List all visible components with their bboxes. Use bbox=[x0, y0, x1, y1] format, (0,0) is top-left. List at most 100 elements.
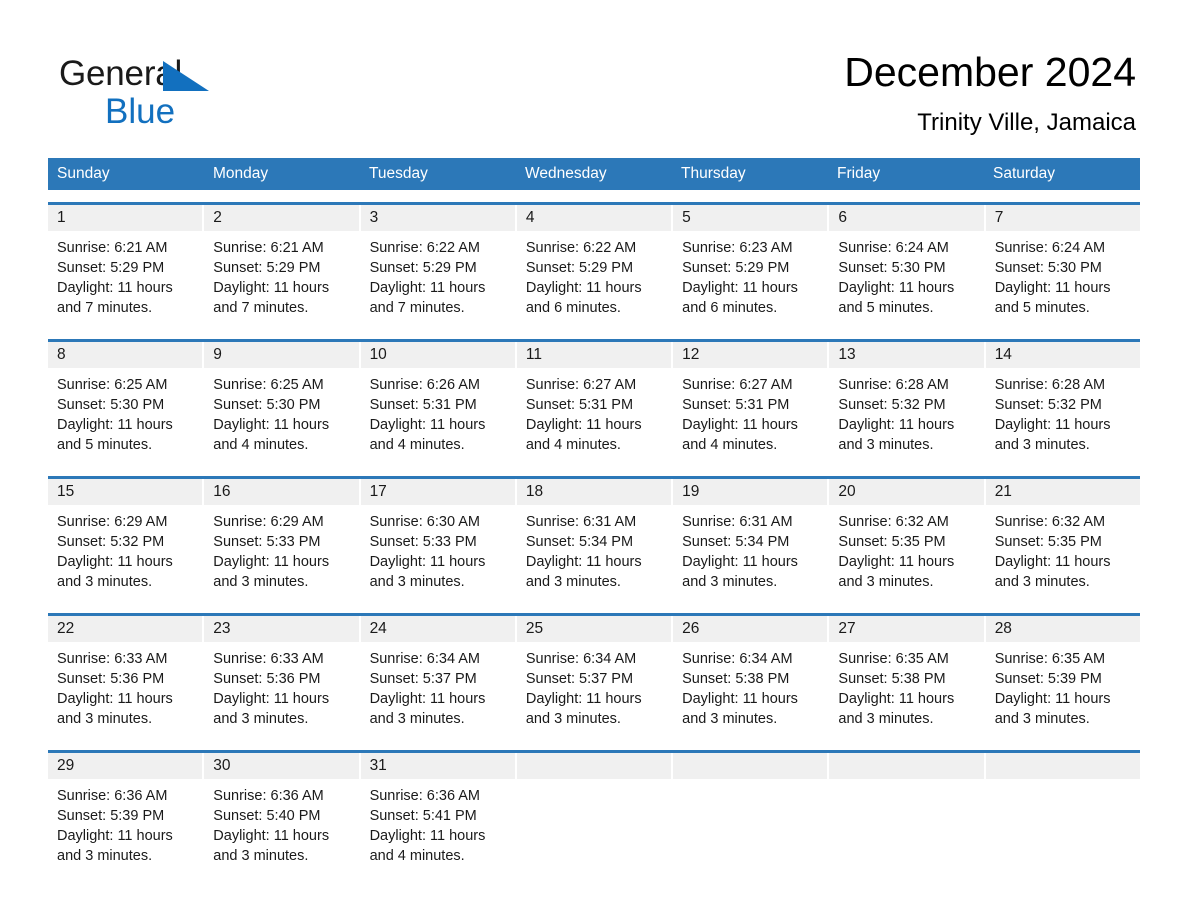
day-details: Sunrise: 6:23 AM Sunset: 5:29 PM Dayligh… bbox=[673, 231, 827, 318]
sunrise-text: Sunrise: 6:21 AM bbox=[213, 240, 324, 256]
brand-word-blue: Blue bbox=[105, 92, 176, 131]
day-number: 3 bbox=[360, 205, 515, 231]
sunrise-text: Sunrise: 6:35 AM bbox=[838, 651, 949, 667]
day-details: Sunrise: 6:29 AM Sunset: 5:33 PM Dayligh… bbox=[204, 505, 358, 592]
sunrise-text: Sunrise: 6:22 AM bbox=[369, 240, 480, 256]
daylight-text: Daylight: 11 hours and 3 minutes. bbox=[682, 691, 798, 727]
day-number: 29 bbox=[48, 753, 203, 779]
daylight-text: Daylight: 11 hours and 3 minutes. bbox=[838, 691, 955, 727]
daylight-text: Daylight: 11 hours and 3 minutes. bbox=[213, 554, 330, 590]
daylight-text: Daylight: 11 hours and 4 minutes. bbox=[682, 417, 798, 453]
sunset-text: Sunset: 5:39 PM bbox=[57, 808, 165, 824]
sunset-text: Sunset: 5:37 PM bbox=[525, 671, 634, 687]
day-cell[interactable]: 29 Sunrise: 6:36 AM Sunset: 5:39 PM Dayl… bbox=[48, 753, 205, 875]
day-cell[interactable]: 21 Sunrise: 6:32 AM Sunset: 5:35 PM Dayl… bbox=[985, 479, 1140, 601]
sunset-text: Sunset: 5:29 PM bbox=[682, 260, 790, 276]
daylight-text: Daylight: 11 hours and 3 minutes. bbox=[213, 691, 330, 727]
day-cell[interactable]: 30 Sunrise: 6:36 AM Sunset: 5:40 PM Dayl… bbox=[204, 753, 361, 875]
calendar-grid: Sunday Monday Tuesday Wednesday Thursday… bbox=[48, 158, 1140, 875]
day-cell[interactable]: 13 Sunrise: 6:28 AM Sunset: 5:32 PM Dayl… bbox=[829, 342, 986, 464]
sunset-text: Sunset: 5:32 PM bbox=[994, 397, 1102, 413]
sunset-text: Sunset: 5:29 PM bbox=[369, 260, 477, 276]
day-cell[interactable]: 8 Sunrise: 6:25 AM Sunset: 5:30 PM Dayli… bbox=[48, 342, 205, 464]
day-cell[interactable]: 18 Sunrise: 6:31 AM Sunset: 5:34 PM Dayl… bbox=[516, 479, 674, 601]
day-cell[interactable]: 25 Sunrise: 6:34 AM Sunset: 5:37 PM Dayl… bbox=[516, 616, 674, 738]
day-details: Sunrise: 6:25 AM Sunset: 5:30 PM Dayligh… bbox=[48, 368, 202, 455]
sunrise-text: Sunrise: 6:28 AM bbox=[994, 377, 1106, 393]
day-cell[interactable]: 28 Sunrise: 6:35 AM Sunset: 5:39 PM Dayl… bbox=[985, 616, 1140, 738]
day-details: Sunrise: 6:35 AM Sunset: 5:39 PM Dayligh… bbox=[986, 642, 1140, 729]
day-details: Sunrise: 6:27 AM Sunset: 5:31 PM Dayligh… bbox=[517, 368, 671, 455]
sunrise-text: Sunrise: 6:36 AM bbox=[369, 788, 480, 804]
sunset-text: Sunset: 5:34 PM bbox=[525, 534, 634, 550]
day-cell[interactable]: 6 Sunrise: 6:24 AM Sunset: 5:30 PM Dayli… bbox=[829, 205, 986, 327]
day-details: Sunrise: 6:27 AM Sunset: 5:31 PM Dayligh… bbox=[673, 368, 827, 455]
sunset-text: Sunset: 5:40 PM bbox=[213, 808, 321, 824]
day-details: Sunrise: 6:21 AM Sunset: 5:29 PM Dayligh… bbox=[48, 231, 202, 318]
day-cell[interactable]: 11 Sunrise: 6:27 AM Sunset: 5:31 PM Dayl… bbox=[516, 342, 674, 464]
day-cell[interactable]: 4 Sunrise: 6:22 AM Sunset: 5:29 PM Dayli… bbox=[516, 205, 674, 327]
sunset-text: Sunset: 5:39 PM bbox=[994, 671, 1102, 687]
day-number: 4 bbox=[516, 205, 672, 231]
weekday-friday: Friday bbox=[837, 165, 881, 182]
brand-name-top: General bbox=[59, 54, 319, 94]
day-cell[interactable]: 15 Sunrise: 6:29 AM Sunset: 5:32 PM Dayl… bbox=[48, 479, 205, 601]
day-cell[interactable]: 27 Sunrise: 6:35 AM Sunset: 5:38 PM Dayl… bbox=[829, 616, 986, 738]
sunrise-text: Sunrise: 6:27 AM bbox=[682, 377, 793, 393]
day-details: Sunrise: 6:33 AM Sunset: 5:36 PM Dayligh… bbox=[204, 642, 358, 729]
day-cell[interactable]: 19 Sunrise: 6:31 AM Sunset: 5:34 PM Dayl… bbox=[673, 479, 830, 601]
sunset-text: Sunset: 5:34 PM bbox=[682, 534, 790, 550]
day-number: 27 bbox=[829, 616, 984, 642]
day-details: Sunrise: 6:34 AM Sunset: 5:37 PM Dayligh… bbox=[361, 642, 515, 729]
day-number: 6 bbox=[829, 205, 984, 231]
sunrise-text: Sunrise: 6:30 AM bbox=[369, 514, 480, 530]
day-cell[interactable]: 9 Sunrise: 6:25 AM Sunset: 5:30 PM Dayli… bbox=[204, 342, 361, 464]
day-number: 19 bbox=[673, 479, 828, 505]
sunrise-text: Sunrise: 6:25 AM bbox=[57, 377, 168, 393]
day-details: Sunrise: 6:22 AM Sunset: 5:29 PM Dayligh… bbox=[361, 231, 515, 318]
day-cell[interactable]: 5 Sunrise: 6:23 AM Sunset: 5:29 PM Dayli… bbox=[673, 205, 830, 327]
day-cell[interactable]: 22 Sunrise: 6:33 AM Sunset: 5:36 PM Dayl… bbox=[48, 616, 205, 738]
day-cell[interactable]: 31 Sunrise: 6:36 AM Sunset: 5:41 PM Dayl… bbox=[360, 753, 517, 875]
day-number: 21 bbox=[985, 479, 1140, 505]
day-details: Sunrise: 6:33 AM Sunset: 5:36 PM Dayligh… bbox=[48, 642, 202, 729]
sunset-text: Sunset: 5:38 PM bbox=[838, 671, 946, 687]
day-number: 26 bbox=[673, 616, 828, 642]
brand-logo[interactable]: General Blue bbox=[59, 54, 319, 140]
day-details: Sunrise: 6:31 AM Sunset: 5:34 PM Dayligh… bbox=[673, 505, 827, 592]
day-number: 14 bbox=[985, 342, 1140, 368]
sunrise-text: Sunrise: 6:25 AM bbox=[213, 377, 324, 393]
day-number: 24 bbox=[360, 616, 515, 642]
day-cell[interactable]: 2 Sunrise: 6:21 AM Sunset: 5:29 PM Dayli… bbox=[204, 205, 361, 327]
daylight-text: Daylight: 11 hours and 7 minutes. bbox=[57, 280, 173, 316]
day-number: 13 bbox=[829, 342, 984, 368]
day-details: Sunrise: 6:31 AM Sunset: 5:34 PM Dayligh… bbox=[517, 505, 671, 592]
sunrise-text: Sunrise: 6:35 AM bbox=[994, 651, 1106, 667]
daylight-text: Daylight: 11 hours and 3 minutes. bbox=[682, 554, 798, 590]
sunrise-text: Sunrise: 6:31 AM bbox=[682, 514, 793, 530]
sunrise-text: Sunrise: 6:23 AM bbox=[682, 240, 793, 256]
page-subtitle: Trinity Ville, Jamaica bbox=[917, 109, 1136, 136]
day-cell[interactable]: 26 Sunrise: 6:34 AM Sunset: 5:38 PM Dayl… bbox=[673, 616, 830, 738]
sunset-text: Sunset: 5:29 PM bbox=[525, 260, 634, 276]
day-details: Sunrise: 6:32 AM Sunset: 5:35 PM Dayligh… bbox=[829, 505, 983, 592]
day-details: Sunrise: 6:36 AM Sunset: 5:39 PM Dayligh… bbox=[48, 779, 202, 866]
day-details: Sunrise: 6:34 AM Sunset: 5:38 PM Dayligh… bbox=[673, 642, 827, 729]
day-number: 8 bbox=[48, 342, 203, 368]
day-details: Sunrise: 6:22 AM Sunset: 5:29 PM Dayligh… bbox=[517, 231, 671, 318]
day-cell[interactable]: 1 Sunrise: 6:21 AM Sunset: 5:29 PM Dayli… bbox=[48, 205, 205, 327]
day-cell[interactable]: 16 Sunrise: 6:29 AM Sunset: 5:33 PM Dayl… bbox=[204, 479, 361, 601]
day-cell[interactable]: 3 Sunrise: 6:22 AM Sunset: 5:29 PM Dayli… bbox=[360, 205, 517, 327]
day-cell[interactable]: 17 Sunrise: 6:30 AM Sunset: 5:33 PM Dayl… bbox=[360, 479, 517, 601]
sunrise-text: Sunrise: 6:34 AM bbox=[369, 651, 480, 667]
day-cell[interactable]: 14 Sunrise: 6:28 AM Sunset: 5:32 PM Dayl… bbox=[985, 342, 1140, 464]
day-cell[interactable]: 10 Sunrise: 6:26 AM Sunset: 5:31 PM Dayl… bbox=[360, 342, 517, 464]
sunrise-text: Sunrise: 6:29 AM bbox=[213, 514, 324, 530]
sunrise-text: Sunrise: 6:26 AM bbox=[369, 377, 480, 393]
sunrise-text: Sunrise: 6:27 AM bbox=[525, 377, 637, 393]
day-cell[interactable]: 23 Sunrise: 6:33 AM Sunset: 5:36 PM Dayl… bbox=[204, 616, 361, 738]
day-cell[interactable]: 7 Sunrise: 6:24 AM Sunset: 5:30 PM Dayli… bbox=[985, 205, 1140, 327]
day-cell[interactable]: 12 Sunrise: 6:27 AM Sunset: 5:31 PM Dayl… bbox=[673, 342, 830, 464]
day-cell[interactable]: 20 Sunrise: 6:32 AM Sunset: 5:35 PM Dayl… bbox=[829, 479, 986, 601]
day-cell[interactable]: 24 Sunrise: 6:34 AM Sunset: 5:37 PM Dayl… bbox=[360, 616, 517, 738]
